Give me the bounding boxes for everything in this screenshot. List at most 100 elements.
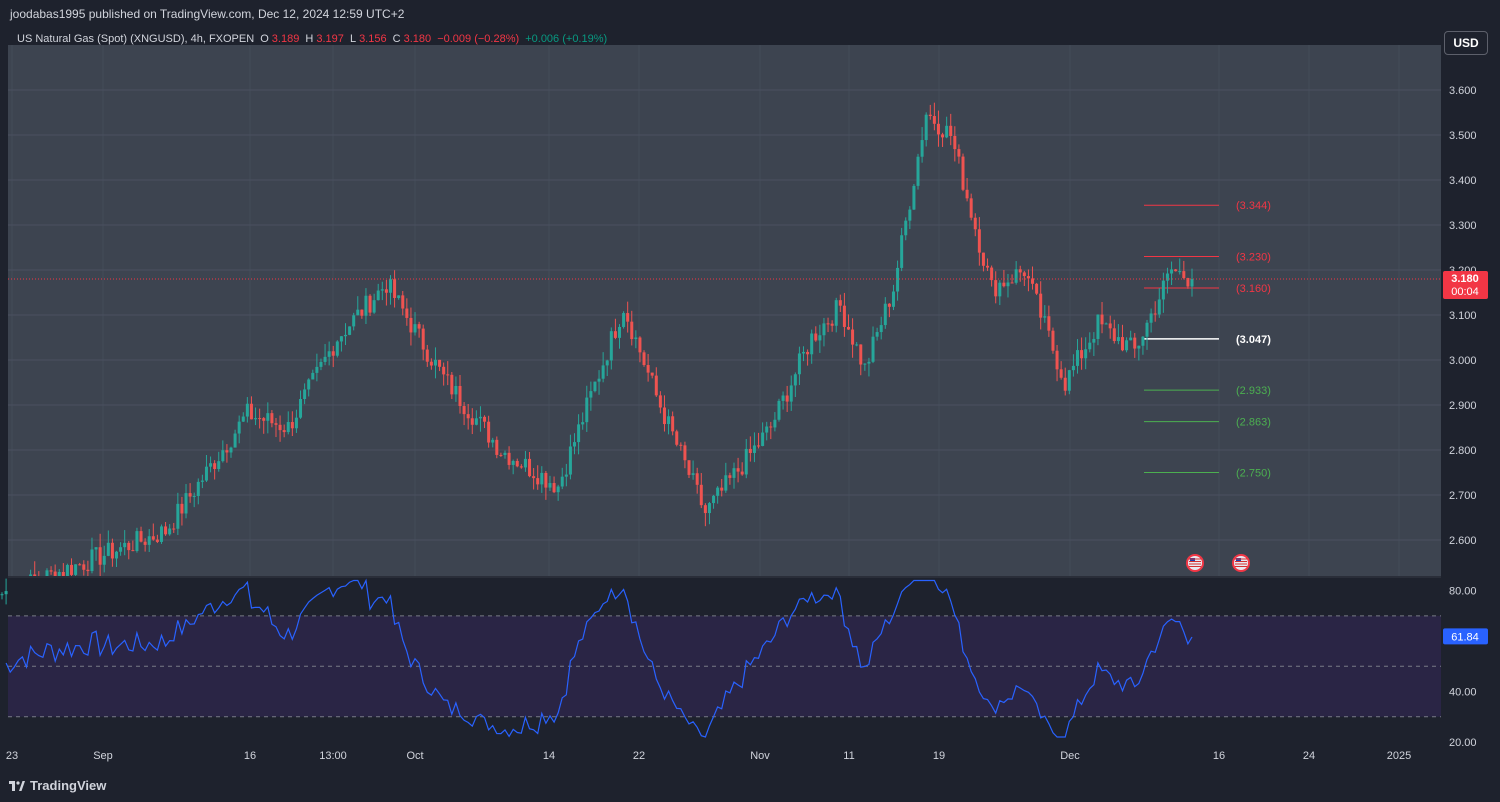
candle-body (450, 374, 454, 395)
candle-body (307, 379, 311, 390)
candle-body (691, 473, 695, 475)
candle-body (376, 290, 380, 301)
candle-body (405, 308, 409, 318)
level-label: (3.230) (1236, 252, 1271, 264)
candle-body (544, 472, 548, 488)
candle-body (904, 220, 908, 236)
symbol-name: US Natural Gas (Spot) (XNGUSD), 4h, FXOP… (17, 33, 255, 45)
candle-body (634, 337, 638, 340)
candle-body (1133, 337, 1137, 349)
rsi-tick-label: 40.00 (1449, 687, 1477, 699)
candle-body (736, 468, 740, 472)
candle-body (90, 549, 94, 572)
candle-body (1104, 323, 1108, 325)
candle-body (793, 374, 797, 386)
candle-body (781, 395, 785, 401)
candle-body (920, 140, 924, 157)
us-flag-icon (1186, 554, 1204, 572)
candle-body (213, 463, 217, 469)
candle-body (707, 503, 711, 514)
candle-body (622, 313, 626, 327)
candle-body (200, 480, 204, 482)
candle-body (842, 305, 846, 327)
candle-body (1182, 271, 1186, 279)
candle-body (327, 351, 331, 357)
time-tick-label: 16 (244, 750, 256, 762)
candle-body (802, 351, 806, 354)
candle-body (1039, 293, 1043, 318)
candle-body (1120, 337, 1124, 351)
candle-body (855, 344, 859, 346)
candle-body (474, 418, 478, 425)
candle-body (478, 416, 482, 419)
candle-body (438, 359, 442, 367)
open-value: 3.189 (271, 33, 300, 45)
candle-body (863, 363, 867, 365)
candle-body (699, 484, 703, 506)
candle-body (335, 341, 339, 356)
candle-body (1170, 269, 1174, 274)
candle-body (577, 424, 581, 443)
candle-body (556, 486, 560, 493)
candle-body (936, 123, 940, 135)
candle-body (425, 349, 429, 362)
time-tick-label: 11 (843, 750, 854, 762)
candle-body (352, 315, 356, 327)
us-flag-icon (1232, 554, 1250, 572)
candle-body (703, 505, 707, 514)
candle-body (102, 555, 106, 565)
candle-body (932, 116, 936, 124)
pane-separator (8, 576, 1441, 578)
candle-body (180, 503, 184, 514)
candle-body (675, 431, 679, 445)
open-label: O (260, 33, 269, 45)
candle-body (597, 378, 601, 382)
candle-body (617, 326, 621, 338)
candle-body (1137, 345, 1141, 349)
candle-body (270, 413, 274, 424)
candle-body (748, 448, 752, 453)
candle-body (1161, 280, 1165, 300)
rsi-tick-label: 80.00 (1449, 586, 1477, 598)
chart[interactable]: (3.344) (3.230) (3.160) (3.047) (2.933) (2.86… (0, 0, 1500, 802)
tradingview-logo[interactable]: TradingView (9, 778, 106, 793)
candle-body (229, 447, 233, 453)
candle-body (397, 295, 401, 298)
candle-body (110, 542, 114, 559)
candle-body (540, 472, 544, 485)
candle-body (1116, 337, 1120, 342)
candle-body (135, 531, 139, 552)
candle-body (409, 317, 413, 333)
candle-body (1080, 350, 1084, 359)
level-label: (2.933) (1236, 385, 1271, 397)
candle-body (172, 528, 176, 530)
candle-body (891, 291, 895, 307)
candle-body (1153, 313, 1157, 315)
level-label: (3.344) (1236, 200, 1271, 212)
candle-body (511, 460, 515, 465)
price-tick-label: 3.400 (1449, 175, 1477, 187)
candle-body (593, 381, 597, 392)
candle-body (867, 361, 871, 364)
candle-body (360, 309, 364, 316)
currency-button[interactable]: USD (1444, 31, 1488, 55)
candle-body (507, 452, 511, 465)
tradingview-logo-icon (9, 781, 25, 791)
candle-body (241, 416, 245, 422)
candle-body (319, 361, 323, 367)
candle-body (209, 463, 213, 467)
candle-body (237, 421, 241, 434)
candle-body (662, 407, 666, 425)
candle-body (981, 252, 985, 266)
low-value: 3.156 (359, 33, 387, 45)
candle-body (1125, 340, 1129, 351)
candle-body (859, 344, 863, 365)
candle-body (838, 300, 842, 306)
candle-body (49, 570, 53, 572)
candle-body (225, 450, 229, 453)
candle-body (552, 483, 556, 493)
candle-body (679, 444, 683, 446)
candle-body (384, 289, 388, 293)
candle-body (654, 375, 658, 396)
time-tick-label: Nov (750, 750, 770, 762)
